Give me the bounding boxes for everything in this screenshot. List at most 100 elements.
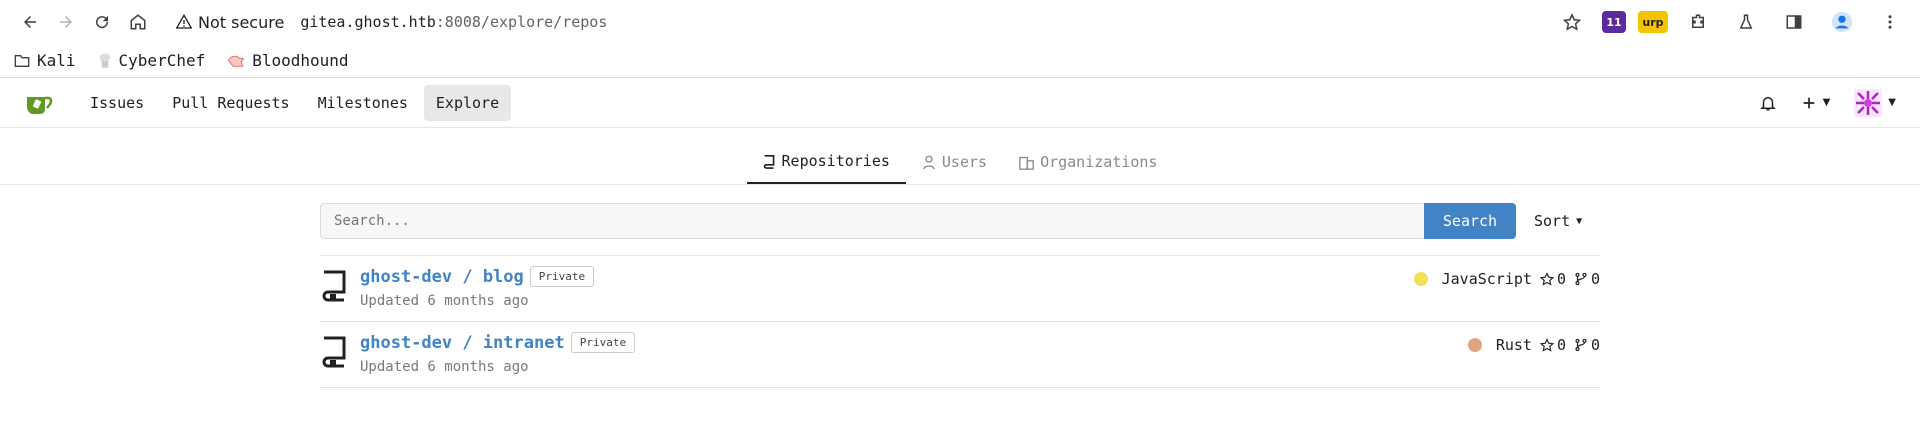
repo-name-link[interactable]: ghost-dev / intranet (360, 333, 565, 353)
forks-count: 0 (1590, 270, 1600, 288)
visibility-badge: Private (529, 266, 595, 287)
bookmark-star-button[interactable] (1554, 4, 1590, 40)
star-icon (1539, 338, 1554, 352)
repo-name-link[interactable]: ghost-dev / blog (360, 267, 524, 287)
back-arrow-icon (24, 16, 36, 28)
bell-icon[interactable] (1759, 94, 1777, 112)
chevron-down-icon: ▼ (1822, 97, 1831, 108)
bookmark-kali[interactable]: Kali (14, 51, 76, 70)
chevron-down-icon: ▼ (1576, 215, 1583, 227)
repo-list: ghost-dev / blog Private Updated 6 month… (320, 255, 1600, 388)
gitea-header: Issues Pull Requests Milestones Explore … (0, 78, 1920, 128)
main-content: Search Sort ▼ ghost-dev / blog Private U… (320, 203, 1600, 388)
list-item: ghost-dev / blog Private Updated 6 month… (320, 256, 1600, 322)
forward-arrow-icon (60, 16, 72, 28)
nav-right: ▼ ▼ (1759, 88, 1896, 117)
repo-meta: Rust 0 0 (1467, 336, 1600, 354)
side-panel-icon (1786, 15, 1802, 29)
plus-icon (1803, 97, 1814, 108)
fork-icon (1575, 338, 1587, 352)
nav-explore[interactable]: Explore (423, 84, 512, 121)
search-input[interactable] (320, 203, 1424, 239)
search-button[interactable]: Search (1424, 203, 1516, 239)
star-icon (1563, 13, 1581, 31)
bookmarks-bar: Kali CyberChef Bloodhound (0, 44, 1920, 78)
updated-time: Updated 6 months ago (360, 293, 529, 309)
extensions-button[interactable] (1680, 4, 1716, 40)
browser-toolbar: Not secure gitea.ghost.htb:8008/explore/… (0, 0, 1920, 44)
home-icon (130, 14, 146, 30)
bloodhound-icon (228, 55, 245, 67)
forks-count: 0 (1590, 336, 1600, 354)
address-bar[interactable]: Not secure gitea.ghost.htb:8008/explore/… (176, 13, 1554, 32)
extension-burp[interactable]: urp (1638, 11, 1668, 33)
tab-users[interactable]: Users (906, 142, 1003, 184)
sort-dropdown[interactable]: Sort ▼ (1534, 212, 1600, 230)
repo-meta: JavaScript 0 0 (1413, 270, 1600, 288)
labs-button[interactable] (1728, 4, 1764, 40)
extension-11[interactable]: 11 (1602, 11, 1626, 33)
side-panel-button[interactable] (1776, 4, 1812, 40)
repo-title: ghost-dev / blog Private (360, 266, 1414, 287)
stars-stat[interactable]: 0 (1539, 270, 1566, 288)
warning-icon (176, 14, 192, 29)
stars-stat[interactable]: 0 (1539, 336, 1566, 354)
url-text: gitea.ghost.htb:8008/explore/repos (300, 13, 607, 31)
stars-count: 0 (1556, 336, 1566, 354)
kebab-menu-icon (1888, 15, 1892, 29)
nav-issues[interactable]: Issues (78, 85, 156, 121)
repo-icon (763, 154, 774, 169)
explore-tabs: Repositories Users Organizations (0, 142, 1920, 185)
tab-label: Users (941, 153, 988, 171)
language-color-dot (1467, 338, 1482, 352)
forks-stat[interactable]: 0 (1574, 336, 1600, 354)
user-icon (923, 155, 935, 169)
language-label[interactable]: JavaScript (1442, 270, 1532, 288)
puzzle-icon (1692, 14, 1704, 28)
language-color-dot (1413, 272, 1428, 286)
repo-title: ghost-dev / intranet Private (360, 332, 1468, 353)
back-button[interactable] (12, 4, 48, 40)
url-path: :8008/explore/repos (435, 13, 608, 31)
flask-icon (1739, 14, 1753, 29)
avatar (1854, 88, 1883, 117)
tab-organizations[interactable]: Organizations (1003, 142, 1173, 184)
menu-button[interactable] (1872, 4, 1908, 40)
url-host: gitea.ghost.htb (300, 13, 436, 31)
forks-stat[interactable]: 0 (1574, 270, 1600, 288)
folder-icon (14, 54, 30, 67)
tab-label: Organizations (1040, 153, 1158, 171)
profile-icon (1831, 11, 1853, 33)
gitea-logo-icon[interactable] (24, 87, 56, 119)
repo-main: ghost-dev / intranet Private Updated 6 m… (360, 332, 1468, 375)
forward-button[interactable] (48, 4, 84, 40)
search-row: Search Sort ▼ (320, 203, 1600, 239)
repo-icon (322, 336, 346, 368)
sort-label: Sort (1534, 212, 1571, 230)
org-icon (1019, 156, 1034, 170)
list-item: ghost-dev / intranet Private Updated 6 m… (320, 322, 1600, 388)
repo-icon (322, 270, 346, 302)
security-indicator[interactable]: Not secure (176, 13, 284, 32)
user-menu[interactable]: ▼ (1854, 88, 1896, 117)
reload-button[interactable] (84, 4, 120, 40)
nav-milestones[interactable]: Milestones (306, 85, 420, 121)
tab-repositories[interactable]: Repositories (746, 142, 906, 184)
repo-main: ghost-dev / blog Private Updated 6 month… (360, 266, 1414, 309)
home-button[interactable] (120, 4, 156, 40)
browser-right-icons: 11 urp (1554, 4, 1908, 40)
bookmark-label: CyberChef (118, 51, 206, 70)
bookmark-cyberchef[interactable]: CyberChef (98, 51, 206, 70)
tab-label: Repositories (781, 152, 890, 170)
star-icon (1539, 272, 1554, 286)
security-label: Not secure (198, 12, 285, 32)
bookmark-bloodhound[interactable]: Bloodhound (227, 51, 349, 70)
profile-button[interactable] (1824, 4, 1860, 40)
visibility-badge: Private (570, 332, 636, 353)
stars-count: 0 (1556, 270, 1566, 288)
bookmark-label: Kali (37, 51, 76, 70)
cyberchef-icon (99, 53, 110, 68)
nav-pull-requests[interactable]: Pull Requests (160, 85, 301, 121)
language-label[interactable]: Rust (1496, 336, 1532, 354)
create-menu[interactable]: ▼ (1801, 95, 1831, 111)
